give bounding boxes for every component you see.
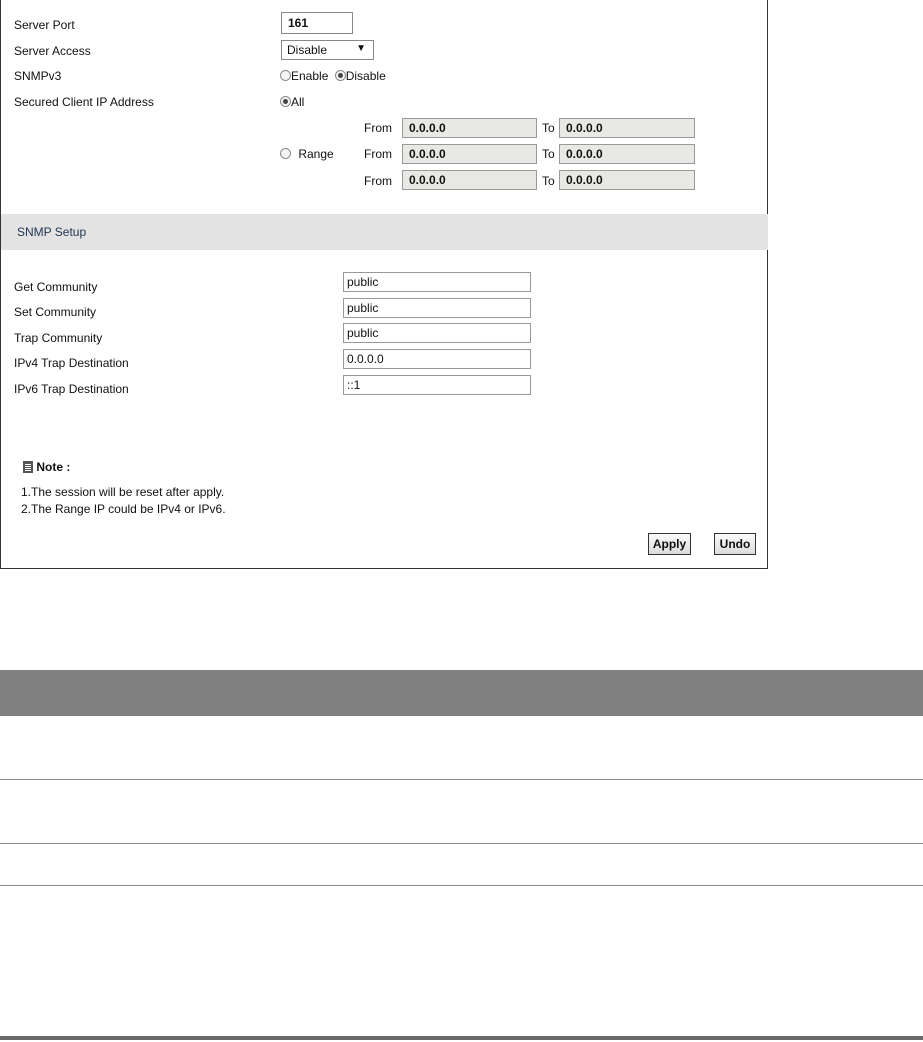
secured-range-label: Range	[298, 147, 334, 161]
server-port-input[interactable]: 161	[281, 12, 353, 34]
ipv4-trap-destination-input[interactable]: 0.0.0.0	[343, 349, 531, 369]
to-label: To	[542, 121, 555, 135]
note-line: 1.The session will be reset after apply.	[21, 485, 225, 499]
from-label: From	[364, 121, 392, 135]
table-row-divider	[0, 779, 923, 780]
secured-client-ip-label: Secured Client IP Address	[14, 95, 154, 109]
server-access-value: Disable	[287, 43, 328, 57]
secured-all-option: All	[280, 95, 304, 109]
ipv6-trap-destination-input[interactable]: ::1	[343, 375, 531, 395]
snmpv3-enable-label: Enable	[291, 69, 329, 83]
set-community-input[interactable]: public	[343, 298, 531, 318]
apply-button[interactable]: Apply	[648, 533, 691, 555]
from-label: From	[364, 147, 392, 161]
secured-range-radio[interactable]	[280, 148, 291, 159]
get-community-input[interactable]: public	[343, 272, 531, 292]
range-to-input[interactable]: 0.0.0.0	[559, 144, 695, 164]
snmpv3-disable-radio[interactable]	[334, 70, 346, 81]
table-header-row	[0, 670, 923, 716]
snmp-setup-section-header: SNMP Setup	[1, 214, 768, 250]
trap-community-label: Trap Community	[14, 331, 103, 345]
table-row-divider	[0, 843, 923, 844]
table-bottom-border	[0, 1036, 923, 1040]
section-title: SNMP Setup	[17, 225, 87, 239]
server-port-label: Server Port	[14, 18, 75, 32]
secured-all-radio[interactable]	[280, 96, 291, 107]
note-icon	[23, 461, 33, 473]
range-to-input[interactable]: 0.0.0.0	[559, 118, 695, 138]
set-community-label: Set Community	[14, 305, 97, 319]
secured-range-option: Range	[280, 147, 334, 161]
snmpv3-disable-label: Disable	[345, 69, 386, 83]
server-access-select[interactable]: Disable ▼	[281, 40, 374, 60]
to-label: To	[542, 147, 555, 161]
table-row-divider	[0, 885, 923, 886]
dropdown-arrow-icon: ▼	[356, 43, 366, 54]
to-label: To	[542, 174, 555, 188]
note-heading: Note :	[23, 460, 70, 474]
ipv4-trap-destination-label: IPv4 Trap Destination	[14, 356, 129, 370]
snmp-settings-panel: Server Port 161 Server Access Disable ▼ …	[0, 0, 768, 569]
undo-button[interactable]: Undo	[714, 533, 756, 555]
trap-community-input[interactable]: public	[343, 323, 531, 343]
range-from-input[interactable]: 0.0.0.0	[402, 144, 537, 164]
server-access-label: Server Access	[14, 44, 91, 58]
range-from-input[interactable]: 0.0.0.0	[402, 170, 537, 190]
note-line: 2.The Range IP could be IPv4 or IPv6.	[21, 502, 226, 516]
snmpv3-enable-radio[interactable]	[280, 70, 291, 81]
range-from-input[interactable]: 0.0.0.0	[402, 118, 537, 138]
get-community-label: Get Community	[14, 280, 98, 294]
from-label: From	[364, 174, 392, 188]
note-title: Note :	[36, 460, 71, 474]
ipv6-trap-destination-label: IPv6 Trap Destination	[14, 382, 129, 396]
snmpv3-options: Enable Disable	[280, 69, 386, 83]
range-to-input[interactable]: 0.0.0.0	[559, 170, 695, 190]
snmpv3-label: SNMPv3	[14, 69, 62, 83]
secured-all-label: All	[291, 95, 305, 109]
